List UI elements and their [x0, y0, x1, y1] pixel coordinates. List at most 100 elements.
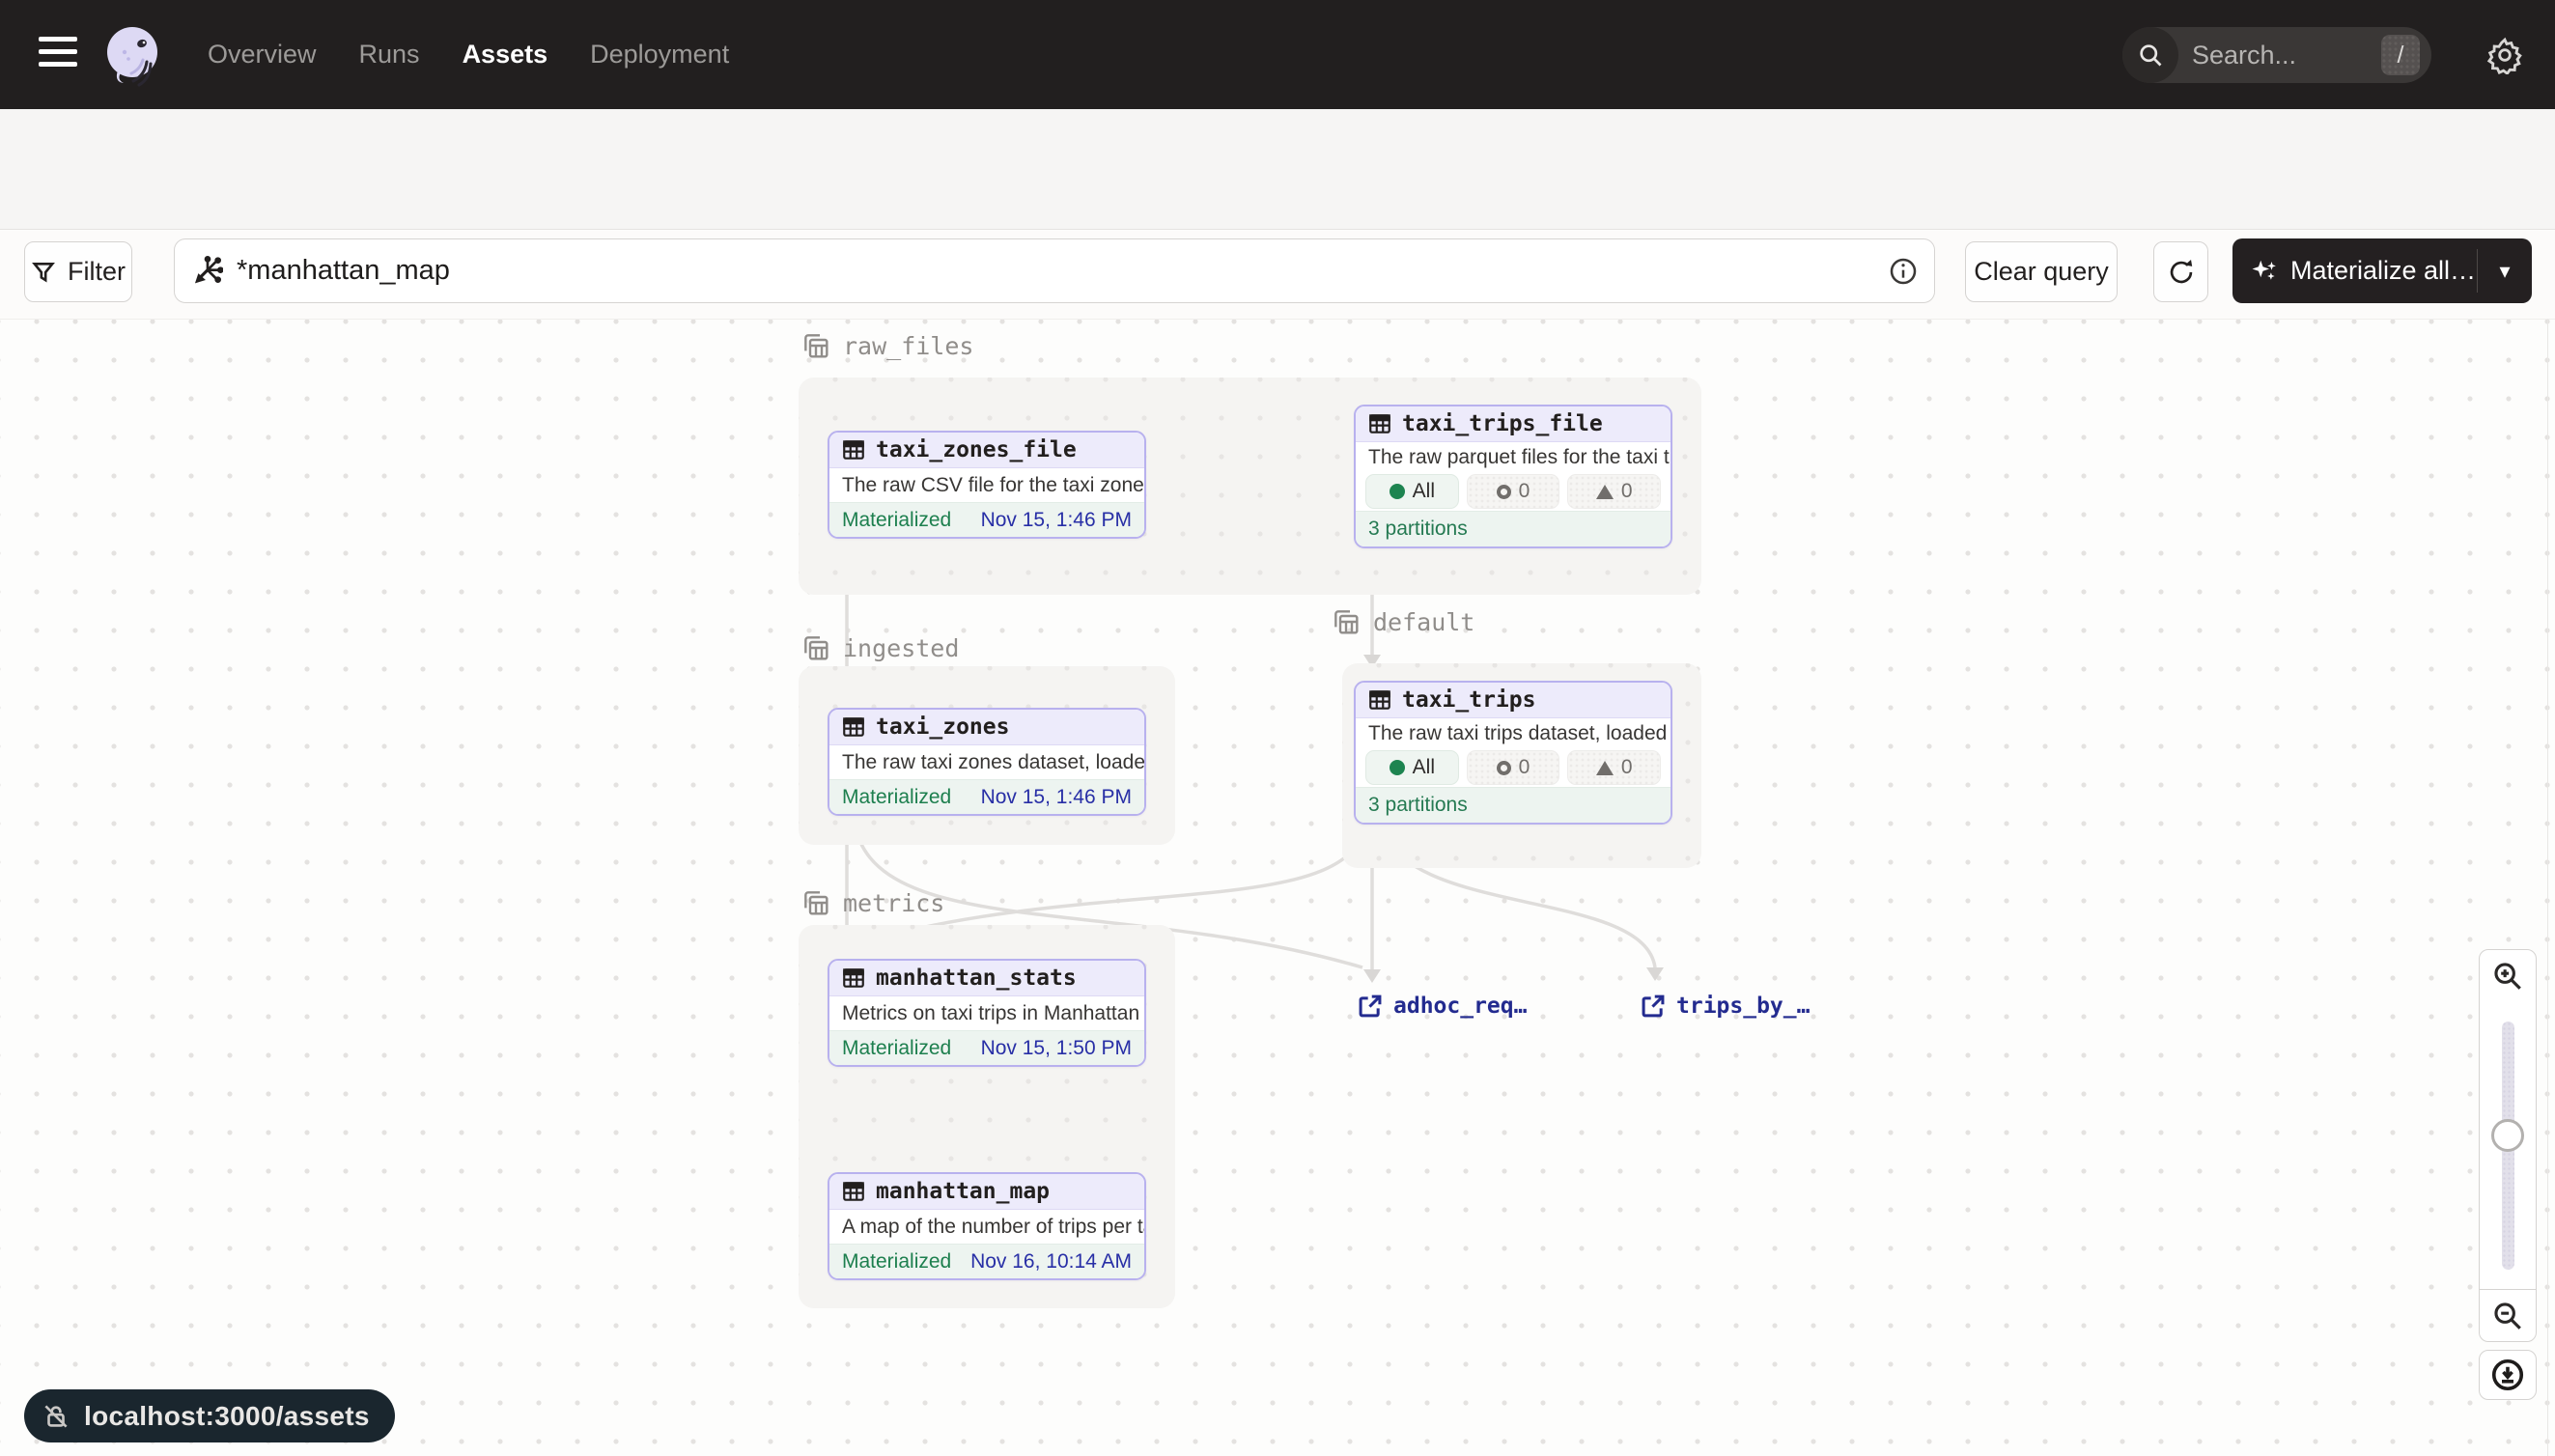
triangle-icon — [1596, 761, 1614, 775]
search-icon — [2122, 27, 2178, 83]
group-label-text: ingested — [843, 634, 959, 662]
external-asset-label: trips_by_… — [1676, 994, 1810, 1019]
global-search[interactable]: Search... / — [2122, 27, 2431, 83]
materialized-timestamp: Nov 16, 10:14 AM — [970, 1250, 1132, 1274]
asset-name: manhattan_stats — [876, 966, 1077, 991]
filter-label: Filter — [68, 257, 126, 287]
asset-node-manhattan-stats[interactable]: manhattan_stats Metrics on taxi trips in… — [828, 959, 1146, 1067]
url-text: localhost:3000/assets — [84, 1401, 370, 1432]
ring-icon — [1497, 761, 1511, 775]
zoom-in-icon — [2491, 960, 2524, 993]
table-icon — [841, 966, 866, 991]
lineage-toolbar: Filter *manhattan_map — [0, 231, 2555, 319]
materialized-status: Materialized — [842, 509, 951, 532]
partitions-count: 3 partitions — [1356, 511, 1671, 546]
materialize-dropdown-caret[interactable]: ▾ — [2478, 259, 2532, 284]
insecure-lock-icon — [42, 1402, 70, 1431]
ring-icon — [1497, 485, 1511, 499]
asset-group-icon — [800, 632, 831, 663]
partitions-failed-badge[interactable]: 0 — [1467, 750, 1560, 785]
materialized-timestamp: Nov 15, 1:50 PM — [981, 1037, 1132, 1060]
table-icon — [841, 714, 866, 740]
refresh-icon — [2168, 259, 2195, 286]
asset-description: Metrics on taxi trips in Manhattan — [829, 996, 1144, 1030]
group-label-default[interactable]: default — [1331, 606, 1474, 637]
search-shortcut-badge: / — [2381, 35, 2420, 75]
asset-group-icon — [1331, 606, 1362, 637]
asset-name: manhattan_map — [876, 1179, 1050, 1204]
asset-group-icon — [800, 330, 831, 361]
asset-graph-icon — [192, 256, 223, 287]
asset-node-taxi-trips-file[interactable]: taxi_trips_file The raw parquet files fo… — [1354, 405, 1672, 548]
table-icon — [1367, 411, 1392, 436]
dagster-app: Overview Runs Assets Deployment Search..… — [0, 0, 2555, 1456]
materialized-timestamp: Nov 15, 1:46 PM — [981, 509, 1132, 532]
nav-link-overview[interactable]: Overview — [208, 40, 317, 70]
partitions-all-badge[interactable]: All — [1365, 474, 1459, 509]
external-asset-adhoc-request[interactable]: adhoc_req… — [1357, 993, 1527, 1020]
partitions-all-badge[interactable]: All — [1365, 750, 1459, 785]
page-header: Global Asset Lineage Reload definitions — [0, 109, 2555, 230]
nav-link-deployment[interactable]: Deployment — [590, 40, 729, 70]
materialized-status: Materialized — [842, 1250, 951, 1274]
asset-node-taxi-trips[interactable]: taxi_trips The raw taxi trips dataset, l… — [1354, 681, 1672, 825]
clear-query-label: Clear query — [1974, 257, 2109, 287]
top-nav: Overview Runs Assets Deployment Search..… — [0, 0, 2555, 109]
asset-node-manhattan-map[interactable]: manhattan_map A map of the number of tri… — [828, 1172, 1146, 1280]
table-icon — [841, 437, 866, 462]
dagster-logo-icon[interactable] — [102, 23, 166, 87]
group-label-text: metrics — [843, 889, 944, 917]
materialize-all-label: Materialize all… — [2290, 256, 2476, 286]
settings-gear-icon[interactable] — [2478, 25, 2532, 85]
funnel-icon — [31, 260, 56, 285]
group-label-metrics[interactable]: metrics — [800, 887, 944, 918]
asset-name: taxi_trips — [1402, 687, 1535, 713]
canvas-right-edge — [2547, 319, 2548, 1456]
asset-node-taxi-zones[interactable]: taxi_zones The raw taxi zones dataset, l… — [828, 708, 1146, 816]
materialized-timestamp: Nov 15, 1:46 PM — [981, 786, 1132, 809]
asset-name: taxi_trips_file — [1402, 411, 1603, 436]
asset-description: A map of the number of trips per taxi z.… — [829, 1210, 1144, 1244]
clear-query-button[interactable]: Clear query — [1965, 241, 2118, 302]
asset-node-taxi-zones-file[interactable]: taxi_zones_file The raw CSV file for the… — [828, 431, 1146, 539]
asset-group-icon — [800, 887, 831, 918]
group-label-raw-files[interactable]: raw_files — [800, 330, 973, 361]
zoom-out-button[interactable] — [2479, 1289, 2537, 1342]
info-icon[interactable] — [1888, 256, 1919, 287]
asset-name: taxi_zones_file — [876, 437, 1077, 462]
group-label-text: raw_files — [843, 332, 973, 360]
asset-name: taxi_zones — [876, 714, 1009, 740]
success-dot-icon — [1390, 760, 1405, 775]
group-label-text: default — [1373, 608, 1474, 636]
download-view-button[interactable] — [2479, 1350, 2537, 1400]
asset-description: The raw parquet files for the taxi trips… — [1356, 442, 1671, 472]
zoom-slider[interactable] — [2479, 1001, 2537, 1290]
nav-links: Overview Runs Assets Deployment — [208, 0, 729, 109]
zoom-in-button[interactable] — [2479, 949, 2537, 1002]
external-link-icon — [1357, 993, 1384, 1020]
partitions-missing-badge[interactable]: 0 — [1567, 750, 1661, 785]
asset-selection-input[interactable]: *manhattan_map — [174, 238, 1935, 303]
hamburger-menu-icon[interactable] — [39, 37, 81, 73]
table-icon — [841, 1179, 866, 1204]
success-dot-icon — [1390, 484, 1405, 499]
materialized-status: Materialized — [842, 786, 951, 809]
partitions-missing-badge[interactable]: 0 — [1567, 474, 1661, 509]
materialized-status: Materialized — [842, 1037, 951, 1060]
partitions-failed-badge[interactable]: 0 — [1467, 474, 1560, 509]
asset-selection-value: *manhattan_map — [237, 255, 1888, 287]
refresh-graph-button[interactable] — [2153, 241, 2208, 302]
materialize-all-button[interactable]: Materialize all… ▾ — [2232, 238, 2532, 303]
external-asset-label: adhoc_req… — [1393, 994, 1527, 1019]
zoom-slider-thumb[interactable] — [2491, 1119, 2524, 1152]
asset-description: The raw taxi zones dataset, loaded int..… — [829, 745, 1144, 779]
asset-description: The raw CSV file for the taxi zones dat.… — [829, 468, 1144, 502]
filter-button[interactable]: Filter — [24, 241, 132, 302]
group-label-ingested[interactable]: ingested — [800, 632, 959, 663]
table-icon — [1367, 687, 1392, 713]
external-asset-trips-by[interactable]: trips_by_… — [1640, 993, 1810, 1020]
nav-link-runs[interactable]: Runs — [359, 40, 420, 70]
nav-link-assets[interactable]: Assets — [463, 40, 548, 70]
asset-description: The raw taxi trips dataset, loaded into … — [1356, 718, 1671, 748]
browser-url-overlay: localhost:3000/assets — [24, 1389, 395, 1442]
